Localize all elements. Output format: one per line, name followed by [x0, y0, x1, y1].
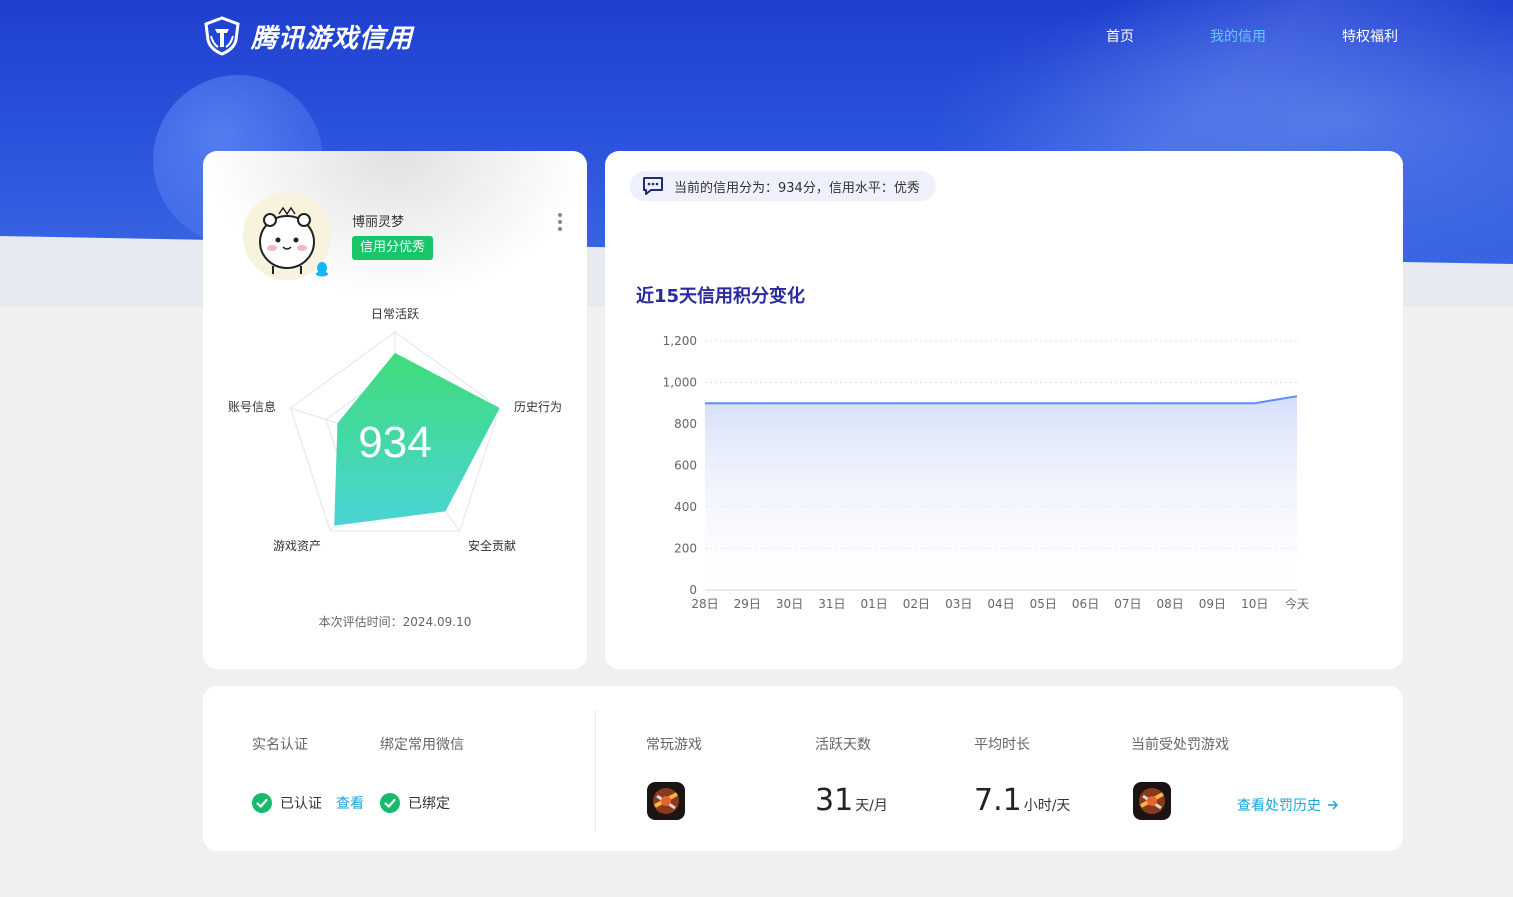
y-tick-label: 0 — [689, 583, 697, 597]
punished-games-label: 当前受处罚游戏 — [1131, 737, 1229, 753]
active-days-stat: 31 天/月 — [815, 783, 888, 818]
x-tick-label: 01日 — [861, 597, 888, 611]
avg-time-value: 7.1 — [974, 783, 1022, 818]
avg-time-label: 平均时长 — [974, 737, 1030, 753]
x-tick-label: 06日 — [1072, 597, 1099, 611]
game-app-icon — [647, 782, 685, 820]
x-tick-label: 09日 — [1199, 597, 1226, 611]
x-tick-label: 08日 — [1157, 597, 1184, 611]
x-tick-label: 10日 — [1241, 597, 1268, 611]
account-stats-card: 实名认证 绑定常用微信 已认证 查看 已绑定 常玩游戏 活跃天数 31 天/月 … — [203, 686, 1403, 851]
y-tick-label: 800 — [674, 417, 697, 431]
nav-privileges[interactable]: 特权福利 — [1342, 26, 1398, 46]
nav-my-credit[interactable]: 我的信用 — [1210, 26, 1266, 46]
x-tick-label: 30日 — [776, 597, 803, 611]
arrow-right-icon — [1328, 800, 1339, 810]
brand-logo[interactable]: 腾讯游戏信用 — [203, 16, 413, 56]
credit-trend-chart: 0 200 400 600 800 1,000 1,200 28日 29日 30日 31日 01日 02… — [663, 334, 1309, 611]
trend-area — [705, 396, 1297, 590]
shield-logo-icon — [204, 16, 240, 56]
wechat-status-text: 已绑定 — [408, 796, 450, 812]
x-tick-label: 05日 — [1030, 597, 1057, 611]
y-tick-label: 200 — [674, 542, 697, 556]
punishment-history-link[interactable]: 查看处罚历史 — [1237, 795, 1339, 815]
favorite-game-icon[interactable] — [647, 782, 685, 820]
top-nav: 腾讯游戏信用 首页 我的信用 特权福利 — [0, 0, 1513, 70]
more-options-icon[interactable] — [555, 211, 565, 233]
check-circle-icon — [252, 793, 272, 813]
section-divider — [595, 710, 596, 832]
punished-game-icon[interactable] — [1133, 782, 1171, 820]
profile-card: 博丽灵梦 信用分优秀 934 日常活跃 历史行为 安全贡献 游戏资产 账号信息 … — [203, 151, 587, 669]
x-tick-label: 29日 — [734, 597, 761, 611]
x-tick-label: 02日 — [903, 597, 930, 611]
y-tick-label: 600 — [674, 459, 697, 473]
punishment-history-text: 查看处罚历史 — [1237, 798, 1321, 814]
radar-label-history: 历史行为 — [514, 400, 562, 414]
real-name-status: 已认证 查看 — [252, 793, 364, 813]
x-tick-label: 28日 — [691, 597, 718, 611]
active-days-value: 31 — [815, 783, 854, 818]
wechat-status: 已绑定 — [380, 793, 450, 813]
real-name-label: 实名认证 — [252, 737, 308, 753]
radar-label-account: 账号信息 — [228, 399, 276, 414]
x-tick-label: 04日 — [987, 597, 1014, 611]
y-tick-label: 400 — [674, 500, 697, 514]
view-real-name-link[interactable]: 查看 — [336, 793, 364, 813]
credit-level-badge: 信用分优秀 — [352, 236, 434, 260]
nav-home[interactable]: 首页 — [1106, 26, 1134, 46]
user-name: 博丽灵梦 — [352, 215, 405, 230]
radar-label-assets: 游戏资产 — [273, 539, 321, 553]
avg-time-stat: 7.1 小时/天 — [974, 783, 1070, 818]
favorite-games-label: 常玩游戏 — [646, 737, 702, 753]
active-days-unit: 天/月 — [855, 798, 888, 814]
x-tick-label: 31日 — [818, 597, 845, 611]
x-tick-label: 今天 — [1285, 596, 1309, 611]
x-tick-label: 07日 — [1114, 597, 1141, 611]
radar-score: 934 — [358, 418, 431, 467]
qq-penguin-icon — [316, 262, 328, 277]
real-name-status-text: 已认证 — [280, 796, 322, 812]
evaluation-time: 本次评估时间：2024.09.10 — [318, 615, 472, 629]
y-tick-label: 1,200 — [663, 334, 697, 348]
avg-time-unit: 小时/天 — [1023, 798, 1071, 814]
radar-label-security: 安全贡献 — [468, 538, 516, 553]
y-tick-label: 1,000 — [663, 376, 697, 390]
credit-trend-card: 当前的信用分为：934分，信用水平：优秀 近15天信用积分变化 0 200 400 6… — [605, 151, 1403, 669]
trend-line — [705, 395, 1298, 405]
wechat-label: 绑定常用微信 — [380, 737, 464, 753]
active-days-label: 活跃天数 — [815, 737, 871, 753]
credit-radar-chart: 934 日常活跃 历史行为 安全贡献 游戏资产 账号信息 — [228, 307, 562, 553]
radar-label-daily-activity: 日常活跃 — [371, 307, 419, 321]
check-circle-icon — [380, 793, 400, 813]
x-tick-label: 03日 — [945, 597, 972, 611]
game-app-icon — [1133, 782, 1171, 820]
brand-name: 腾讯游戏信用 — [251, 23, 414, 54]
